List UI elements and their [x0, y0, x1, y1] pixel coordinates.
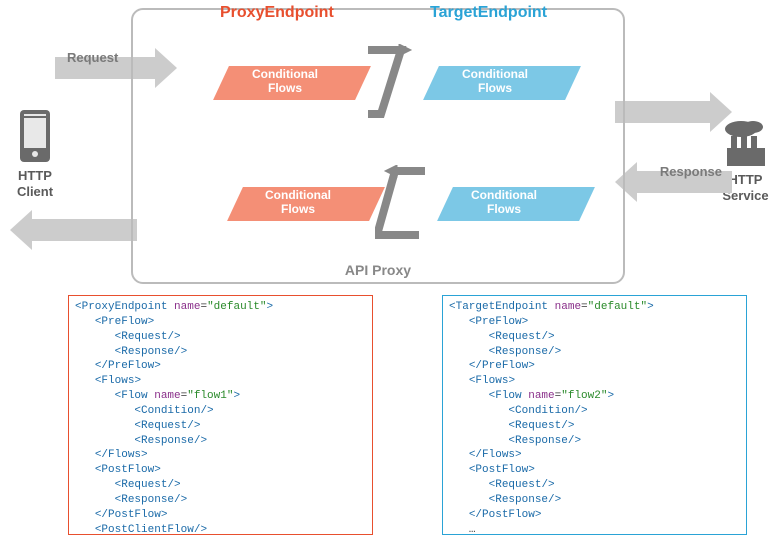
proxy-response-stack: PreFlow ConditionalFlows PostFlow PostCl…	[175, 163, 375, 271]
flow-postflow: PostFlow	[205, 105, 365, 119]
flow-preflow: PreFlow	[415, 45, 575, 59]
connector-top	[363, 44, 423, 134]
flow-postflow: PostFlow	[415, 105, 575, 119]
target-xml-code: <TargetEndpoint name="default"> <PreFlow…	[442, 295, 747, 535]
to-client-arrow	[10, 210, 137, 250]
to-service-arrow	[615, 92, 732, 132]
flow-conditional: ConditionalFlows	[205, 68, 365, 96]
proxy-endpoint-title: ProxyEndpoint	[220, 4, 334, 22]
http-client: HTTPClient	[10, 108, 60, 199]
flow-conditional: ConditionalFlows	[221, 189, 375, 217]
flow-postflow: PostFlow	[203, 226, 375, 240]
flow-preflow: PreFlow	[449, 166, 575, 180]
proxy-xml-code: <ProxyEndpoint name="default"> <PreFlow>…	[68, 295, 373, 535]
connector-bottom	[375, 165, 431, 255]
flow-conditional: ConditionalFlows	[415, 68, 575, 96]
flow-postclient: PostClientFlow	[185, 250, 375, 264]
phone-icon	[18, 108, 52, 164]
target-request-stack: PreFlow ConditionalFlows PostFlow	[415, 42, 575, 126]
proxy-request-stack: PreFlow ConditionalFlows PostFlow	[205, 42, 365, 126]
target-response-stack: PreFlow ConditionalFlows PostFlow	[415, 163, 575, 247]
client-label: HTTPClient	[10, 168, 60, 199]
target-endpoint-title: TargetEndpoint	[430, 4, 547, 22]
response-label: Response	[660, 164, 722, 179]
flow-preflow: PreFlow	[205, 45, 365, 59]
response-arrow: Response	[615, 162, 732, 202]
flow-postflow: PostFlow	[415, 226, 575, 240]
flow-preflow: PreFlow	[235, 166, 375, 180]
request-label: Request	[67, 50, 118, 65]
flow-conditional: ConditionalFlows	[433, 189, 575, 217]
